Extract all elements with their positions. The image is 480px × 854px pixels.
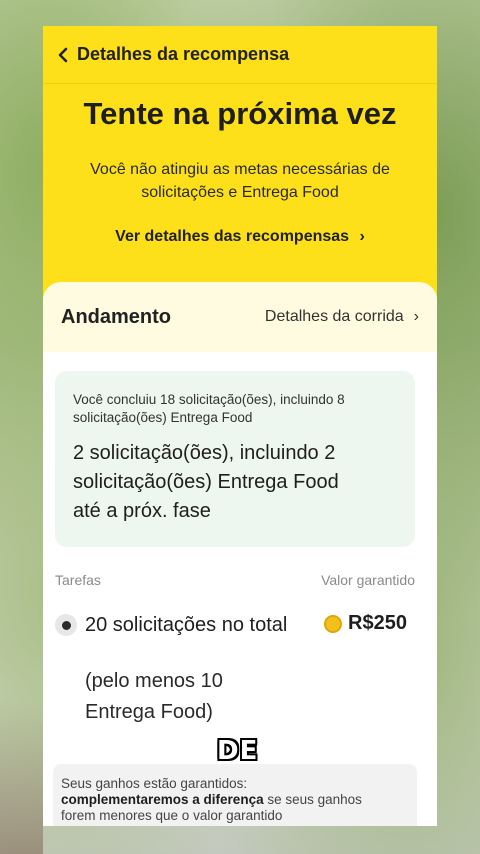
remaining-line: até a próx. fase <box>73 500 211 522</box>
progress-header: Andamento Detalhes da corrida › <box>43 282 437 352</box>
ride-details-link[interactable]: Detalhes da corrida › <box>265 308 419 326</box>
remaining-summary: 2 solicitação(ões), incluindo 2 solicita… <box>73 439 397 526</box>
task-title: 20 solicitações no total <box>85 614 288 636</box>
note-line: Seus ganhos estão garantidos: <box>61 776 248 791</box>
summary-line: Você concluiu 18 solicitação(ões), inclu… <box>73 392 345 407</box>
subtitle-line: solicitações e Entrega Food <box>141 184 339 201</box>
note-emphasis: complementaremos a diferença <box>61 792 264 807</box>
ride-details-label: Detalhes da corrida <box>264 308 404 325</box>
view-reward-details-link[interactable]: Ver detalhes das recompensas › <box>43 228 437 246</box>
reward-details-screen: Detalhes da recompensa Tente na próxima … <box>43 26 437 826</box>
progress-info-box: Você concluiu 18 solicitação(ões), inclu… <box>55 371 415 547</box>
task-detail-line: (pelo menos 10 <box>85 670 223 692</box>
top-bar: Detalhes da recompensa <box>43 26 437 84</box>
view-reward-details-label: Ver detalhes das recompensas <box>115 228 350 245</box>
coin-icon <box>324 615 342 633</box>
result-title: Tente na próxima vez <box>83 96 397 131</box>
tasks-header: Tarefas Valor garantido <box>55 572 415 588</box>
page-title: Detalhes da recompensa <box>77 44 290 64</box>
background-person <box>0 700 43 854</box>
chevron-right-icon: › <box>413 308 419 325</box>
guaranteed-value-column-label: Valor garantido <box>321 572 415 588</box>
note-rest: se seus ganhos <box>263 792 362 807</box>
subtitle-line: Você não atingiu as metas necessárias de <box>90 161 390 178</box>
radio-selected-icon <box>55 614 77 636</box>
chevron-right-icon: › <box>359 228 365 245</box>
chevron-left-icon[interactable] <box>53 45 73 65</box>
summary-line: solicitação(ões) Entrega Food <box>73 410 253 425</box>
remaining-line: 2 solicitação(ões), incluindo 2 <box>73 442 336 464</box>
remaining-line: solicitação(ões) Entrega Food <box>73 471 339 493</box>
guaranteed-amount: R$250 <box>348 612 407 634</box>
tasks-column-label: Tarefas <box>55 572 101 588</box>
result-subtitle: Você não atingiu as metas necessárias de… <box>63 158 417 204</box>
task-detail: (pelo menos 10 Entrega Food) <box>85 666 405 728</box>
guarantee-note: Seus ganhos estão garantidos: complement… <box>53 764 417 826</box>
note-line: forem menores que o valor garantido <box>61 808 283 823</box>
completed-summary: Você concluiu 18 solicitação(ões), inclu… <box>73 391 397 427</box>
progress-label: Andamento <box>61 305 171 328</box>
note-line: complementaremos a diferença se seus gan… <box>61 792 409 808</box>
task-detail-line: Entrega Food) <box>85 701 213 723</box>
video-caption: DE <box>217 736 259 766</box>
